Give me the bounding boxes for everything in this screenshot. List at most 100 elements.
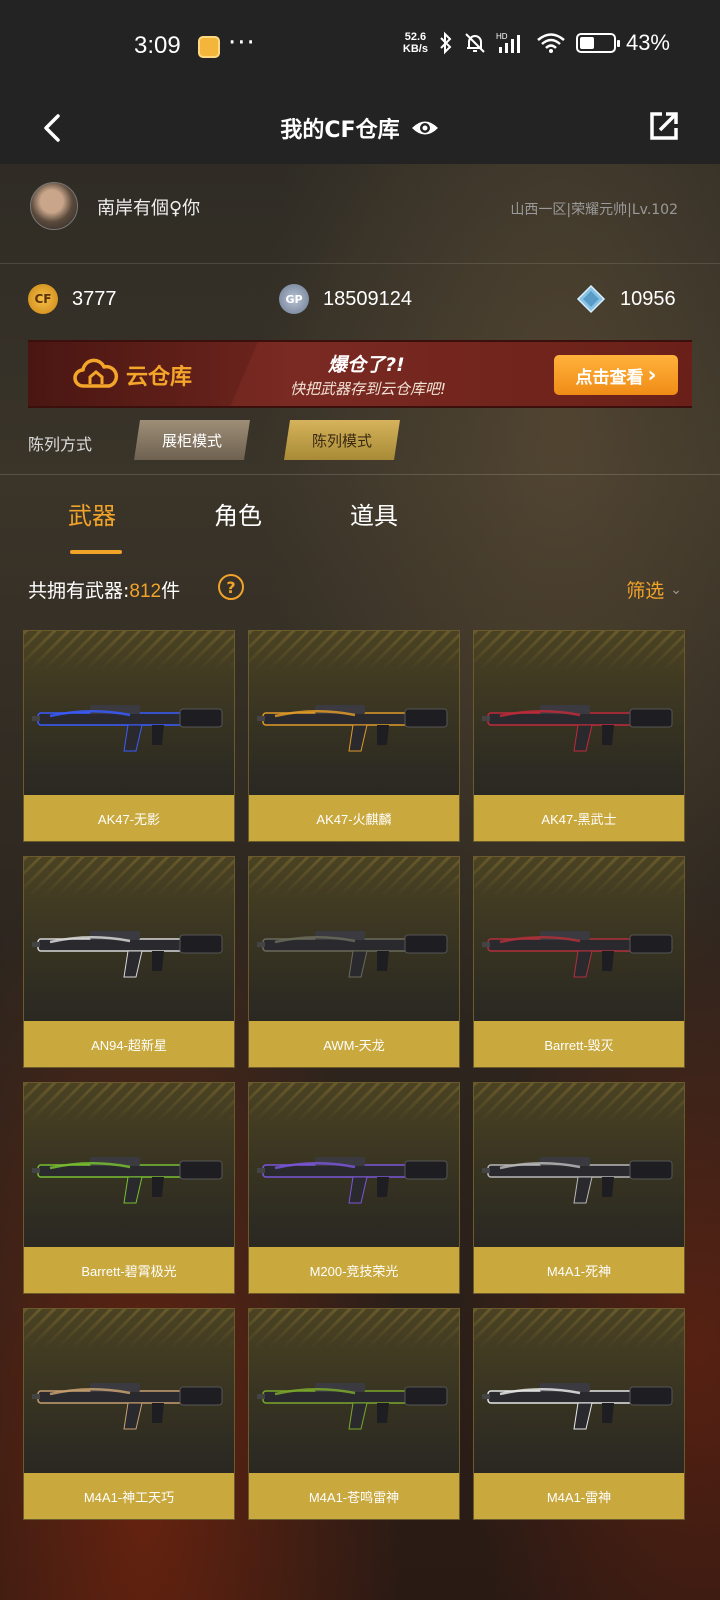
view-button-label: 点击查看 [575,367,644,388]
weapon-image [257,931,448,978]
card-stripes [249,1083,459,1123]
filter-label: 筛选 [626,580,665,602]
chevron-down-icon: ⌄ [670,581,682,598]
divider [0,474,720,475]
page-title: 我的CF仓库 [280,118,400,143]
cf-points: CF 3777 [28,284,117,314]
display-mode-row: 陈列方式 展柜模式 陈列模式 [0,420,720,464]
weapon-count-unit: 件 [161,580,181,602]
server-rank-level: 山西一区|荣耀元帅|Lv.102 [510,202,678,218]
weapon-card[interactable]: M4A1-死神 [473,1082,685,1294]
weapon-name: AN94-超新星 [24,1021,234,1067]
nickname: 南岸有個♀你 [97,198,201,219]
diamond-value: 10956 [620,287,676,310]
status-bar: 3:09 ··· 52.6 KB/s HD 43% [0,0,720,92]
card-stripes [24,1083,234,1123]
weapon-card[interactable]: M4A1-苍鸣雷神 [248,1308,460,1520]
card-stripes [249,1309,459,1349]
mute-bell-icon [465,33,485,53]
chevron-right-icon: › [647,362,657,388]
weapon-name: AK47-火麒麟 [249,795,459,841]
weapon-count-label: 共拥有武器: [28,580,130,602]
cf-points-value: 3777 [72,287,117,310]
weapon-name: M4A1-神工天巧 [24,1473,234,1519]
weapon-card[interactable]: M200-竞技荣光 [248,1082,460,1294]
wifi-icon [537,33,565,53]
weapon-card[interactable]: Barrett-毁灭 [473,856,685,1068]
weapon-card[interactable]: M4A1-雷神 [473,1308,685,1520]
status-time: 3:09 [134,32,181,59]
weapon-card[interactable]: Barrett-碧霄极光 [23,1082,235,1294]
weapon-name: AK47-无影 [24,795,234,841]
card-stripes [474,1083,684,1123]
diamond-icon [576,284,606,314]
profile-row: 南岸有個♀你 山西一区|荣耀元帅|Lv.102 [0,164,720,264]
network-speed-value: 52.6 [404,31,427,43]
card-stripes [474,857,684,897]
cloud-warehouse-banner[interactable]: 云仓库 爆仓了?! 快把武器存到云仓库吧! 点击查看 › [28,340,692,408]
filter-button[interactable]: 筛选 ⌄ [626,576,682,603]
battery-percent: 43% [625,30,670,55]
weapon-image [32,931,223,978]
weapon-count-row: 共拥有武器:812件 ? 筛选 ⌄ [0,574,720,604]
eye-icon[interactable] [410,117,440,139]
weapon-image [257,1383,448,1430]
help-icon[interactable]: ? [218,574,244,600]
display-mode-label: 陈列方式 [28,435,93,454]
weapon-name: Barrett-碧霄极光 [24,1247,234,1293]
card-stripes [474,1309,684,1349]
weapon-card[interactable]: AK47-火麒麟 [248,630,460,842]
more-notifications-icon: ··· [228,28,256,58]
gp-points: GP 18509124 [279,284,412,314]
app-header: 我的CF仓库 [0,92,720,164]
weapon-card[interactable]: M4A1-神工天巧 [23,1308,235,1520]
card-stripes [24,857,234,897]
gp-coin-icon: GP [279,284,309,314]
card-stripes [249,631,459,671]
weapon-name: Barrett-毁灭 [474,1021,684,1067]
card-stripes [474,631,684,671]
weapon-card[interactable]: AK47-黑武士 [473,630,685,842]
showcase-mode-button[interactable]: 展柜模式 [134,420,250,460]
card-stripes [249,857,459,897]
weapon-name: M200-竞技荣光 [249,1247,459,1293]
tab-items[interactable]: 道具 [350,496,398,531]
network-speed: 52.6 KB/s [403,31,428,55]
cloud-warehouse-label: 云仓库 [126,365,193,390]
tab-characters[interactable]: 角色 [214,496,262,531]
weapon-card[interactable]: AWM-天龙 [248,856,460,1068]
view-cloud-warehouse-button[interactable]: 点击查看 › [554,355,678,395]
weapon-card[interactable]: AN94-超新星 [23,856,235,1068]
weapon-image [32,1157,223,1204]
gp-value: 18509124 [323,287,412,310]
weapon-image [257,1157,448,1204]
tab-active-indicator [70,550,122,554]
avatar[interactable] [30,182,78,230]
tab-weapons[interactable]: 武器 [68,496,116,531]
category-tabs: 武器 角色 道具 [0,496,720,556]
share-icon[interactable] [646,108,682,144]
battery-level-fill [579,37,594,49]
weapon-image [32,1383,223,1430]
weapon-name: AWM-天龙 [249,1021,459,1067]
weapon-image [482,931,673,978]
weapon-name: AK47-黑武士 [474,795,684,841]
diamond-points: 10956 [576,284,676,314]
weapon-card[interactable]: AK47-无影 [23,630,235,842]
weapon-count: 共拥有武器:812件 [28,576,180,603]
weapon-count-number: 812 [129,581,162,602]
banner-slogan-main: 爆仓了?! [328,354,405,376]
network-speed-unit: KB/s [402,43,428,55]
notification-app-icon [198,36,220,58]
card-stripes [24,631,234,671]
weapon-image [32,705,223,752]
signal-icon: HD [496,32,520,53]
cloud-house-icon [73,358,119,388]
list-mode-button[interactable]: 陈列模式 [284,420,400,460]
card-stripes [24,1309,234,1349]
svg-text:HD: HD [496,32,508,41]
weapon-name: M4A1-雷神 [474,1473,684,1519]
bluetooth-icon [440,31,452,55]
banner-slogan-sub: 快把武器存到云仓库吧! [290,380,447,398]
weapon-image [482,1383,673,1430]
